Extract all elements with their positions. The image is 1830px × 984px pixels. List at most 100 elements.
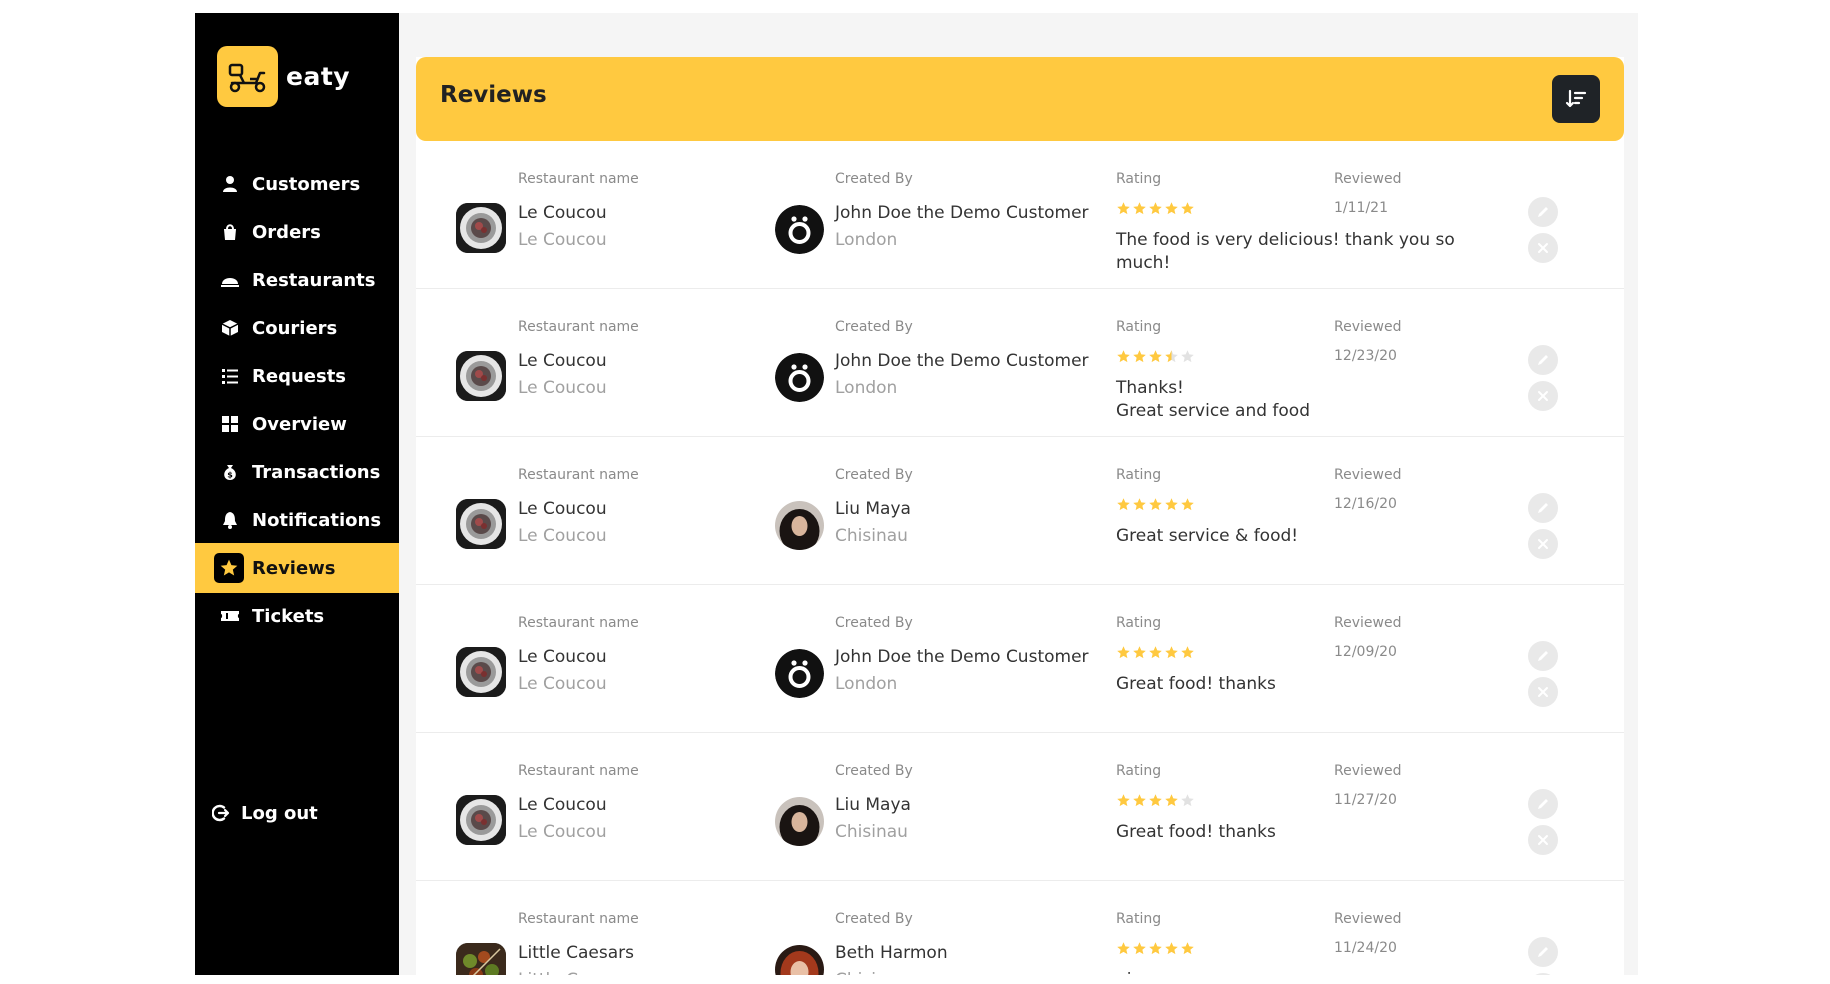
edit-button[interactable] xyxy=(1528,789,1558,819)
delete-button[interactable] xyxy=(1528,233,1558,263)
table-row: Restaurant name Created By Rating Reviewed L… xyxy=(416,585,1624,733)
reviewer-name[interactable]: Beth Harmon xyxy=(835,943,948,963)
delete-button[interactable] xyxy=(1528,973,1558,975)
restaurant-name[interactable]: Le Coucou xyxy=(518,499,607,519)
edit-button[interactable] xyxy=(1528,641,1558,671)
reviewer-name[interactable]: Liu Maya xyxy=(835,499,911,519)
scooter-icon xyxy=(217,46,278,107)
sidebar-item-reviews[interactable]: Reviews xyxy=(195,543,399,593)
star-icon xyxy=(1180,201,1195,216)
list-icon xyxy=(219,365,241,387)
pencil-icon xyxy=(1538,947,1548,957)
avatar xyxy=(775,501,824,550)
star-icon xyxy=(1116,645,1131,660)
sidebar-item-tickets[interactable]: Tickets xyxy=(195,591,399,641)
restaurant-name[interactable]: Le Coucou xyxy=(518,647,607,667)
avatar xyxy=(775,945,824,975)
star-icon xyxy=(1132,793,1147,808)
sidebar-item-transactions[interactable]: $ Transactions xyxy=(195,447,399,497)
star-icon xyxy=(1116,349,1131,364)
star-icon xyxy=(1116,201,1131,216)
star-icon xyxy=(1148,201,1163,216)
reviewer-name[interactable]: John Doe the Demo Customer xyxy=(835,351,1089,371)
edit-button[interactable] xyxy=(1528,197,1558,227)
edit-button[interactable] xyxy=(1528,345,1558,375)
sidebar-item-requests[interactable]: Requests xyxy=(195,351,399,401)
sidebar-item-label: Customers xyxy=(252,173,361,195)
restaurant-name[interactable]: Le Coucou xyxy=(518,795,607,815)
table-row: Restaurant name Created By Rating Reviewed L… xyxy=(416,141,1624,289)
star-icon xyxy=(1180,645,1195,660)
logo[interactable]: eaty xyxy=(217,46,350,107)
restaurant-name[interactable]: Little Caesars xyxy=(518,943,634,963)
star-icon xyxy=(1180,497,1195,512)
star-icon xyxy=(1148,497,1163,512)
edit-button[interactable] xyxy=(1528,493,1558,523)
restaurant-image xyxy=(456,647,506,697)
pencil-icon xyxy=(1538,503,1548,513)
restaurant-name[interactable]: Le Coucou xyxy=(518,351,607,371)
restaurant-column-label: Restaurant name xyxy=(518,615,639,631)
pencil-icon xyxy=(1538,207,1548,217)
delete-button[interactable] xyxy=(1528,825,1558,855)
review-comment: Thanks! Great service and food xyxy=(1116,378,1310,421)
close-icon xyxy=(1538,687,1548,697)
edit-button[interactable] xyxy=(1528,937,1558,967)
delete-button[interactable] xyxy=(1528,529,1558,559)
created-by-column-label: Created By xyxy=(835,467,913,483)
grid-icon xyxy=(219,413,241,435)
reviewed-column-label: Reviewed xyxy=(1334,615,1402,631)
sidebar-item-orders[interactable]: Orders xyxy=(195,207,399,257)
page-header: Reviews xyxy=(416,57,1624,141)
sort-icon xyxy=(1565,89,1587,108)
delete-button[interactable] xyxy=(1528,677,1558,707)
star-icon xyxy=(1148,793,1163,808)
review-date: 1/11/21 xyxy=(1334,200,1388,216)
reviewer-name[interactable]: John Doe the Demo Customer xyxy=(835,203,1089,223)
star-icon xyxy=(1164,941,1179,956)
star-rating xyxy=(1116,941,1195,956)
reviewer-city: Chisinau xyxy=(835,822,908,842)
sidebar-item-restaurants[interactable]: Restaurants xyxy=(195,255,399,305)
reviewer-name[interactable]: John Doe the Demo Customer xyxy=(835,647,1089,667)
sidebar-item-label: Tickets xyxy=(252,605,325,627)
restaurant-subtitle: Little Caesars xyxy=(518,970,634,975)
star-icon xyxy=(1164,349,1179,364)
review-date: 12/16/20 xyxy=(1334,496,1397,512)
logout-button[interactable]: Log out xyxy=(195,790,399,836)
delete-button[interactable] xyxy=(1528,381,1558,411)
reviewer-city: Chisinau xyxy=(835,970,908,975)
restaurant-image xyxy=(456,943,506,975)
avatar xyxy=(775,649,824,698)
pencil-icon xyxy=(1538,799,1548,809)
avatar xyxy=(775,797,824,846)
sidebar: eaty Customers Orders Restaurants Couriers R… xyxy=(195,13,399,975)
review-comment: Great food! thanks xyxy=(1116,674,1276,694)
sidebar-item-couriers[interactable]: Couriers xyxy=(195,303,399,353)
rating-column-label: Rating xyxy=(1116,615,1162,631)
star-icon xyxy=(214,553,244,583)
restaurant-subtitle: Le Coucou xyxy=(518,822,607,842)
reviewer-name[interactable]: Liu Maya xyxy=(835,795,911,815)
cloche-icon xyxy=(219,269,241,291)
avatar xyxy=(775,353,824,402)
close-icon xyxy=(1538,243,1548,253)
sort-button[interactable] xyxy=(1552,75,1600,123)
rating-column-label: Rating xyxy=(1116,319,1162,335)
user-icon xyxy=(219,173,241,195)
star-icon xyxy=(1164,645,1179,660)
sidebar-item-notifications[interactable]: Notifications xyxy=(195,495,399,545)
star-rating xyxy=(1116,793,1195,808)
close-icon xyxy=(1538,539,1548,549)
star-icon xyxy=(1180,941,1195,956)
close-icon xyxy=(1538,391,1548,401)
sidebar-item-customers[interactable]: Customers xyxy=(195,159,399,209)
restaurant-subtitle: Le Coucou xyxy=(518,674,607,694)
star-icon xyxy=(1116,941,1131,956)
star-icon xyxy=(1116,497,1131,512)
restaurant-name[interactable]: Le Coucou xyxy=(518,203,607,223)
review-comment: Great food! thanks xyxy=(1116,822,1276,842)
review-date: 12/09/20 xyxy=(1334,644,1397,660)
sidebar-item-overview[interactable]: Overview xyxy=(195,399,399,449)
page-title: Reviews xyxy=(440,82,547,108)
